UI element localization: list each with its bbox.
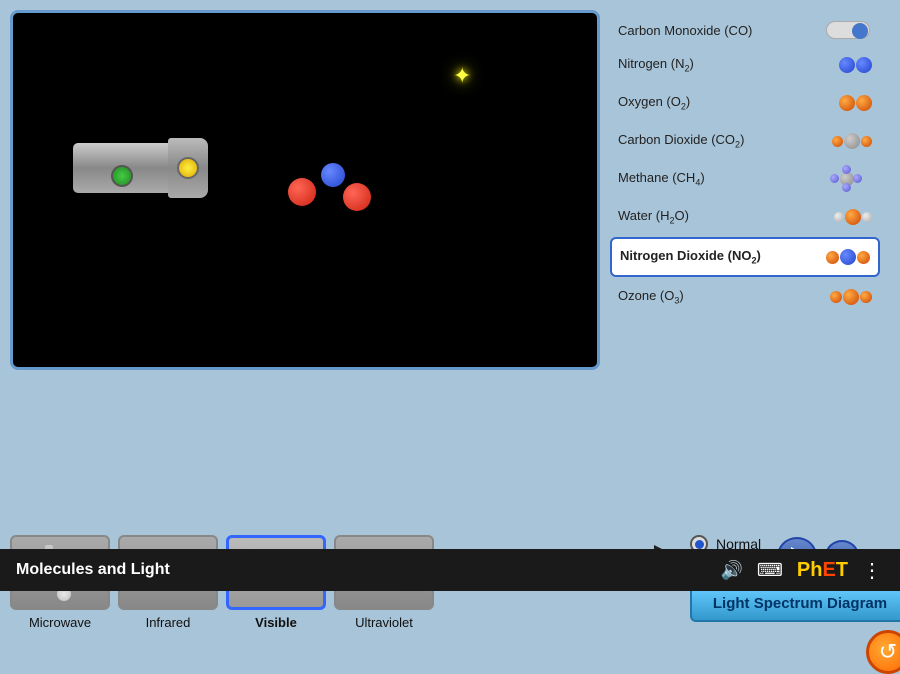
visible-label: Visible — [255, 615, 297, 630]
flashlight — [73, 133, 213, 203]
molecule-icon-h2o — [822, 203, 872, 231]
menu-icon[interactable]: ⋮ — [862, 558, 884, 583]
flashlight-lens — [177, 157, 199, 179]
phet-logo-accent: E — [822, 559, 835, 581]
molecule-label-o3: Ozone (O3) — [618, 288, 684, 306]
molecule-icon-ch4 — [822, 165, 872, 193]
photon: ✦ — [453, 63, 471, 89]
molecule-display — [283, 153, 383, 233]
atom-o2-2 — [856, 95, 872, 111]
speaker-icon[interactable]: 🔊 — [720, 560, 742, 581]
molecule-item-ch4[interactable]: Methane (CH4) — [610, 161, 880, 197]
atom-ch4-bot — [842, 183, 851, 192]
atom-h2o-1 — [834, 212, 844, 222]
main-area: ✦ Carbon Monoxide (CO) Nitrogen (N2) Oxy… — [0, 0, 900, 530]
flashlight-body — [73, 143, 173, 193]
atom-oxygen-1 — [288, 178, 316, 206]
ultraviolet-label: Ultraviolet — [355, 615, 413, 630]
atom-no2-n — [840, 249, 856, 265]
atom-ch4-right — [853, 174, 862, 183]
toggle-thumb-co — [852, 23, 868, 39]
molecule-label-no2: Nitrogen Dioxide (NO2) — [620, 248, 761, 266]
atom-oxygen-2 — [343, 183, 371, 211]
molecule-icon-o2 — [822, 89, 872, 117]
atom-o3-1 — [830, 291, 842, 303]
molecule-icon-co2 — [822, 127, 872, 155]
atom-co2-1 — [832, 136, 843, 147]
molecule-label-co2: Carbon Dioxide (CO2) — [618, 132, 744, 150]
atom-n2-2 — [856, 57, 872, 73]
atom-o2-1 — [839, 95, 855, 111]
molecule-item-n2[interactable]: Nitrogen (N2) — [610, 47, 880, 83]
infrared-label: Infrared — [146, 615, 191, 630]
atom-no2-o2 — [857, 251, 870, 264]
molecule-item-no2[interactable]: Nitrogen Dioxide (NO2) — [610, 237, 880, 277]
molecule-label-co: Carbon Monoxide (CO) — [618, 23, 752, 38]
molecule-label-h2o: Water (H2O) — [618, 208, 689, 226]
atom-o3-3 — [860, 291, 872, 303]
refresh-button[interactable]: ↺ — [866, 630, 900, 674]
toggle-track-co — [826, 21, 870, 39]
molecule-icon-no2 — [820, 243, 870, 271]
app-title: Molecules and Light — [16, 561, 170, 579]
bottom-icons: 🔊 ⌨ PhET ⋮ — [720, 558, 884, 583]
molecule-item-h2o[interactable]: Water (H2O) — [610, 199, 880, 235]
molecule-label-o2: Oxygen (O2) — [618, 94, 690, 112]
simulation-canvas: ✦ — [10, 10, 600, 370]
molecule-item-o2[interactable]: Oxygen (O2) — [610, 85, 880, 121]
molecule-icon-n2 — [822, 51, 872, 79]
molecule-label-n2: Nitrogen (N2) — [618, 56, 694, 74]
radio-inner-normal — [695, 540, 704, 549]
atom-no2-o1 — [826, 251, 839, 264]
flashlight-head — [168, 138, 208, 198]
atom-ch4-top — [842, 165, 851, 174]
microwave-label: Microwave — [29, 615, 91, 630]
molecule-label-ch4: Methane (CH4) — [618, 170, 705, 188]
molecule-item-o3[interactable]: Ozone (O3) — [610, 279, 880, 315]
atom-co2-3 — [861, 136, 872, 147]
atom-ch4-left — [830, 174, 839, 183]
molecule-item-co2[interactable]: Carbon Dioxide (CO2) — [610, 123, 880, 159]
bottom-bar: Molecules and Light 🔊 ⌨ PhET ⋮ — [0, 549, 900, 591]
atom-nitrogen — [321, 163, 345, 187]
refresh-icon: ↺ — [879, 639, 897, 665]
atom-h2o-o — [845, 209, 861, 225]
phet-logo: PhET — [797, 559, 848, 582]
atom-o3-2 — [843, 289, 859, 305]
atom-h2o-2 — [862, 212, 872, 222]
keyboard-icon[interactable]: ⌨ — [757, 560, 783, 581]
toggle-co[interactable] — [826, 19, 872, 41]
flashlight-button[interactable] — [111, 165, 133, 187]
molecule-icon-o3 — [822, 283, 872, 311]
molecule-item-co[interactable]: Carbon Monoxide (CO) — [610, 15, 880, 45]
atom-co2-2 — [844, 133, 860, 149]
atom-n2-1 — [839, 57, 855, 73]
molecules-panel: Carbon Monoxide (CO) Nitrogen (N2) Oxyge… — [610, 10, 880, 520]
